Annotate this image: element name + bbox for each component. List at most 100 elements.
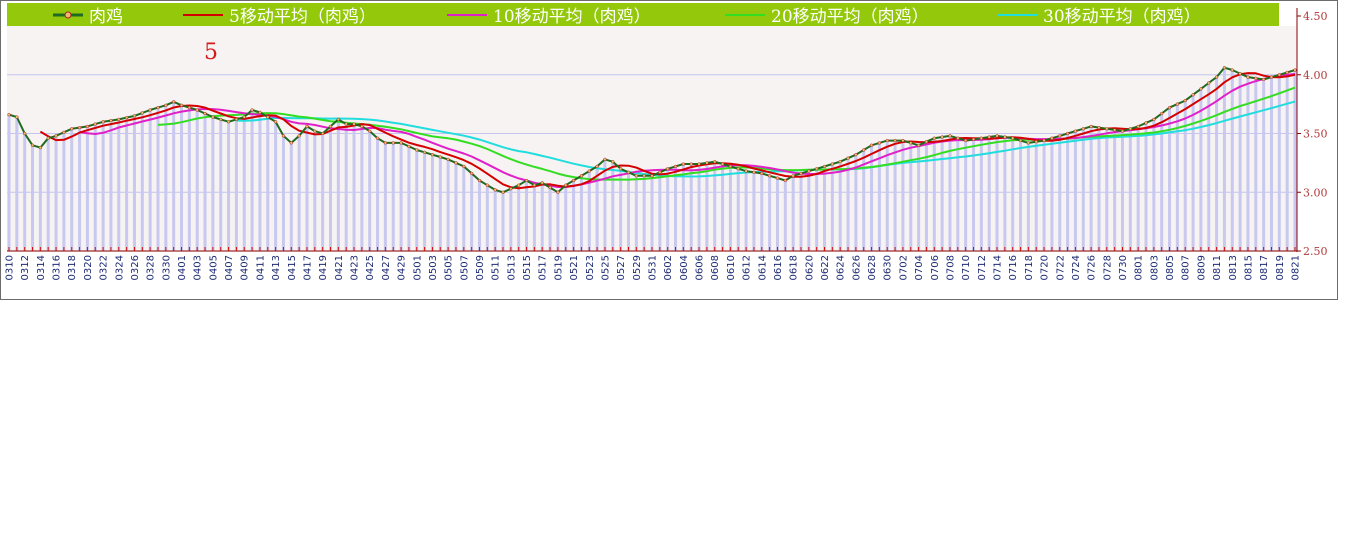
volume-bar: [305, 126, 309, 251]
price-point: [697, 162, 701, 166]
x-tick-label: 0811: [1212, 255, 1223, 280]
price-point: [430, 153, 435, 157]
chart-frame: 肉鸡 5移动平均（肉鸡） 10移动平均（肉鸡） 20移动平均（肉鸡） 30移动平…: [0, 0, 1338, 300]
price-point: [1261, 77, 1266, 82]
volume-bar: [838, 161, 842, 251]
volume-bar: [1058, 135, 1062, 251]
x-tick-label: 0704: [914, 255, 925, 280]
volume-bar: [1136, 126, 1140, 251]
x-tick-label: 0409: [240, 255, 251, 280]
price-point: [940, 135, 944, 139]
y-tick-label: 4.00: [1303, 69, 1328, 82]
volume-bar: [995, 135, 999, 251]
price-point: [477, 178, 482, 183]
volume-bar: [1285, 72, 1289, 252]
price-point: [195, 108, 199, 112]
volume-bar: [415, 149, 419, 251]
x-tick-label: 0501: [412, 255, 423, 280]
volume-bar: [768, 175, 772, 251]
volume-bar: [70, 128, 74, 251]
volume-bar: [227, 121, 231, 251]
volume-bar: [658, 172, 662, 251]
volume-bar: [1003, 137, 1007, 251]
volume-bar: [1097, 127, 1101, 251]
x-tick-label: 0726: [1087, 255, 1098, 280]
price-point: [1097, 125, 1101, 130]
chart-annotation: 5: [204, 40, 218, 65]
price-point: [1050, 136, 1054, 140]
x-tick-label: 0322: [99, 255, 110, 280]
price-point: [203, 111, 207, 116]
price-point: [728, 164, 733, 169]
price-point: [1105, 127, 1109, 131]
x-tick-label: 0330: [161, 255, 172, 280]
volume-bar: [462, 166, 466, 251]
x-tick-label: 0724: [1071, 255, 1082, 280]
x-tick-label: 0805: [1165, 255, 1176, 280]
volume-bar: [1277, 74, 1281, 251]
price-point: [93, 122, 97, 126]
x-tick-label: 0708: [945, 255, 956, 280]
price-point: [383, 141, 388, 145]
volume-bar: [383, 142, 387, 251]
volume-bar: [376, 138, 380, 251]
price-point: [924, 140, 929, 144]
volume-bar: [470, 173, 474, 251]
price-point: [360, 124, 364, 129]
price-point: [909, 141, 913, 145]
volume-bars: [7, 67, 1297, 252]
volume-bar: [1191, 94, 1195, 251]
volume-bar: [1120, 131, 1124, 251]
price-point: [1277, 73, 1281, 77]
price-point: [1003, 135, 1007, 139]
volume-bar: [509, 188, 513, 251]
volume-bar: [250, 110, 254, 251]
volume-bar: [556, 192, 560, 251]
price-point: [1230, 68, 1234, 72]
price-point: [469, 171, 474, 176]
price-point: [1214, 75, 1219, 79]
volume-bar: [1073, 131, 1077, 251]
x-tick-label: 0614: [757, 255, 768, 280]
price-point: [830, 162, 835, 166]
price-point: [658, 170, 662, 174]
price-point: [399, 141, 403, 145]
volume-bar: [485, 185, 489, 251]
price-point: [179, 103, 184, 107]
price-point: [587, 169, 591, 173]
price-point: [877, 141, 882, 145]
volume-bar: [140, 112, 144, 251]
price-point: [1269, 75, 1274, 79]
price-point: [524, 178, 529, 183]
volume-bar: [1199, 88, 1203, 251]
price-point: [1285, 70, 1289, 75]
volume-bar: [611, 161, 615, 251]
price-point: [854, 153, 858, 157]
x-tick-label: 0803: [1149, 255, 1160, 280]
x-tick-label: 0328: [146, 255, 157, 280]
x-tick-label: 0509: [475, 255, 486, 280]
price-point: [815, 167, 819, 171]
price-point: [1191, 93, 1195, 97]
chart-canvas: 2.503.003.504.004.50 0310 0312 0314 0316 031…: [5, 8, 1328, 280]
y-tick-label: 3.00: [1303, 186, 1328, 199]
y-tick-label: 2.50: [1303, 245, 1328, 258]
y-tick-label: 3.50: [1303, 128, 1328, 141]
price-point: [211, 115, 215, 119]
price-point: [901, 138, 905, 143]
price-point: [62, 130, 66, 134]
price-point: [1175, 102, 1180, 106]
x-tick-label: 0710: [961, 255, 972, 280]
volume-bar: [132, 115, 136, 251]
volume-bar: [815, 168, 819, 251]
price-point: [266, 115, 270, 119]
x-tick-label: 0819: [1275, 255, 1286, 280]
price-point: [807, 169, 811, 173]
x-tick-label: 0712: [977, 255, 988, 280]
price-point: [618, 167, 623, 171]
volume-bar: [548, 187, 552, 251]
price-point: [1026, 141, 1031, 145]
volume-bar: [721, 164, 725, 251]
price-point: [713, 160, 717, 164]
price-point: [956, 136, 960, 140]
